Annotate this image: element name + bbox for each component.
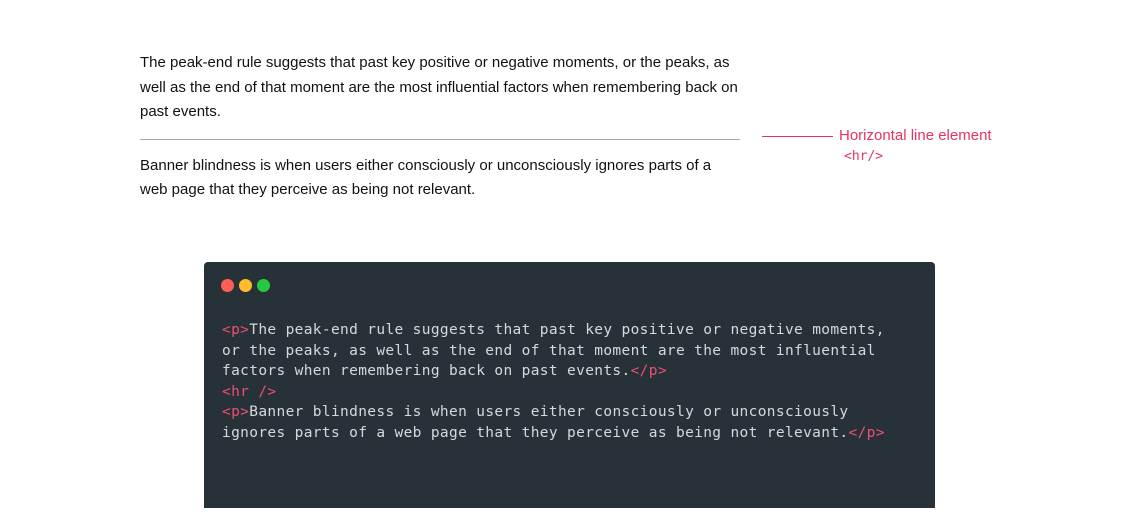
demo-horizontal-rule [140,138,740,140]
code-text: ignores parts of a web page that they pe… [222,424,849,441]
code-text: Banner blindness is when users either co… [249,404,849,421]
code-line: <hr /> [222,384,276,400]
code-tag-close: </p> [630,363,667,380]
code-tag-close: </p> [848,424,885,441]
code-line: or the peaks, as well as the end of that… [222,343,876,359]
code-tag-open: <p> [222,404,250,421]
demo-paragraph-peak-end: The peak-end rule suggests that past key… [140,54,738,120]
code-tag-open: <p> [222,322,250,338]
code-line: <p>Banner blindness is when users either… [222,404,849,420]
window-controls [221,279,275,292]
annotation-label: Horizontal line element [839,127,992,144]
code-block: <p>The peak-end rule suggests that past … [222,320,925,444]
rendered-demo: The peak-end rule suggests that past key… [140,51,740,203]
annotation-tag: <hr/> [844,149,884,164]
minimize-dot-icon [239,279,252,292]
code-line: ignores parts of a web page that they pe… [222,425,885,441]
annotation-leader-line [762,136,833,137]
code-tag-open: <hr /> [222,383,277,400]
code-line: <p>The peak-end rule suggests that past … [222,322,885,338]
hr-annotation: Horizontal line element <hr/> [762,126,1062,170]
code-text: The peak-end rule suggests that past key… [249,322,885,338]
code-window: <p>The peak-end rule suggests that past … [204,262,935,508]
zoom-dot-icon [257,279,270,292]
code-text: or the peaks, as well as the end of that… [222,342,876,359]
code-line: factors when remembering back on past ev… [222,363,667,379]
demo-paragraph-banner-blindness: Banner blindness is when users either co… [140,156,712,199]
code-text: factors when remembering back on past ev… [222,363,631,380]
close-dot-icon [221,279,234,292]
